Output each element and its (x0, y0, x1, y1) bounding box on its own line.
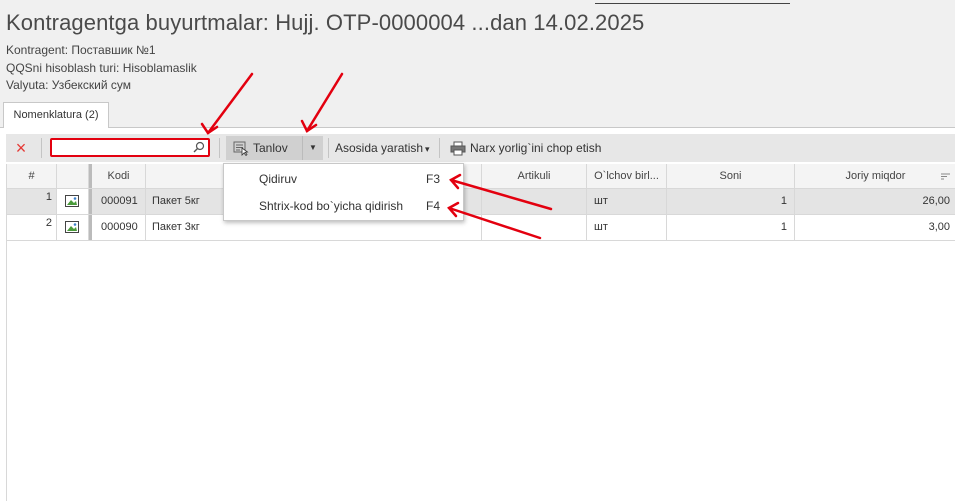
col-unit[interactable]: O`lchov birl... (587, 164, 667, 188)
header-divider (595, 3, 790, 4)
tanlov-button[interactable]: Tanlov (226, 136, 302, 160)
contragent-label: Kontragent: Поставшик №1 (6, 43, 156, 57)
nomenclature-table: # Kodi Artikuli O`lchov birl... Soni Jor… (6, 164, 955, 501)
row-num: 1 (7, 189, 57, 214)
tanlov-dropdown-arrow[interactable]: ▼ (302, 136, 323, 160)
toolbar-separator (41, 138, 42, 158)
shortcut-label: F4 (426, 199, 441, 213)
tanlov-label: Tanlov (253, 141, 288, 155)
col-image[interactable] (57, 164, 89, 188)
col-soni[interactable]: Soni (667, 164, 795, 188)
row-kodi: 000091 (89, 189, 146, 214)
row-unit: шт (587, 189, 667, 214)
close-icon: × (15, 138, 27, 158)
toolbar-separator (328, 138, 329, 158)
table-row[interactable]: 2 000090 Пакет 3кг шт 1 3,00 (7, 215, 955, 241)
row-miqdor: 26,00 (922, 195, 950, 207)
row-artikuli (482, 215, 587, 240)
page-title: Kontragentga buyurtmalar: Hujj. OTP-0000… (6, 10, 645, 35)
table-row[interactable]: 1 000091 Пакет 5кг шт 1 26,00 (7, 189, 955, 215)
col-kodi[interactable]: Kodi (89, 164, 146, 188)
col-miqdor[interactable]: Joriy miqdor (795, 164, 955, 188)
toolbar-separator (439, 138, 440, 158)
delete-button[interactable]: × (9, 136, 33, 160)
row-miqdor: 3,00 (928, 221, 950, 233)
asosida-label: Asosida yaratish (335, 141, 424, 155)
tanlov-dropdown-menu: Qidiruv F3 Shtrix-kod bo`yicha qidirish … (223, 163, 464, 221)
row-soni: 1 (667, 215, 795, 240)
menu-item-barcode-search[interactable]: Shtrix-kod bo`yicha qidirish F4 (224, 193, 463, 219)
currency-label: Valyuta: Узбекский сум (6, 78, 132, 92)
row-kodi: 000090 (89, 215, 146, 240)
chevron-down-icon: ▾ (425, 144, 430, 154)
search-input[interactable] (54, 140, 190, 155)
asosida-yaratish-button[interactable]: Asosida yaratish ▾ (335, 136, 430, 160)
toolbar-separator (219, 138, 220, 158)
row-unit: шт (587, 215, 667, 240)
search-field[interactable] (50, 138, 210, 157)
image-icon (65, 195, 79, 207)
narx-label: Narx yorlig`ini chop etish (470, 141, 602, 155)
image-icon (65, 221, 79, 233)
select-list-icon (233, 141, 249, 156)
row-soni: 1 (667, 189, 795, 214)
tab-strip-line (0, 127, 955, 128)
calc-type-label: QQSni hisoblash turi: Hisoblamaslik (6, 61, 197, 75)
document-header: Kontragentga buyurtmalar: Hujj. OTP-0000… (0, 0, 955, 128)
row-num: 2 (7, 215, 57, 240)
shortcut-label: F3 (426, 172, 441, 186)
toolbar: × Tanlov ▼ Asosida yaratish ▾ Narx yorli… (6, 134, 955, 162)
col-num[interactable]: # (7, 164, 57, 188)
menu-item-qidiruv[interactable]: Qidiruv F3 (224, 166, 463, 192)
tab-nomenklatura[interactable]: Nomenklatura (2) (3, 102, 109, 128)
table-header: # Kodi Artikuli O`lchov birl... Soni Jor… (7, 164, 955, 189)
row-artikuli (482, 189, 587, 214)
printer-icon (450, 141, 466, 156)
chevron-down-icon: ▼ (309, 143, 317, 152)
search-icon[interactable] (193, 141, 205, 153)
sort-icon (941, 173, 950, 180)
col-artikuli[interactable]: Artikuli (482, 164, 587, 188)
